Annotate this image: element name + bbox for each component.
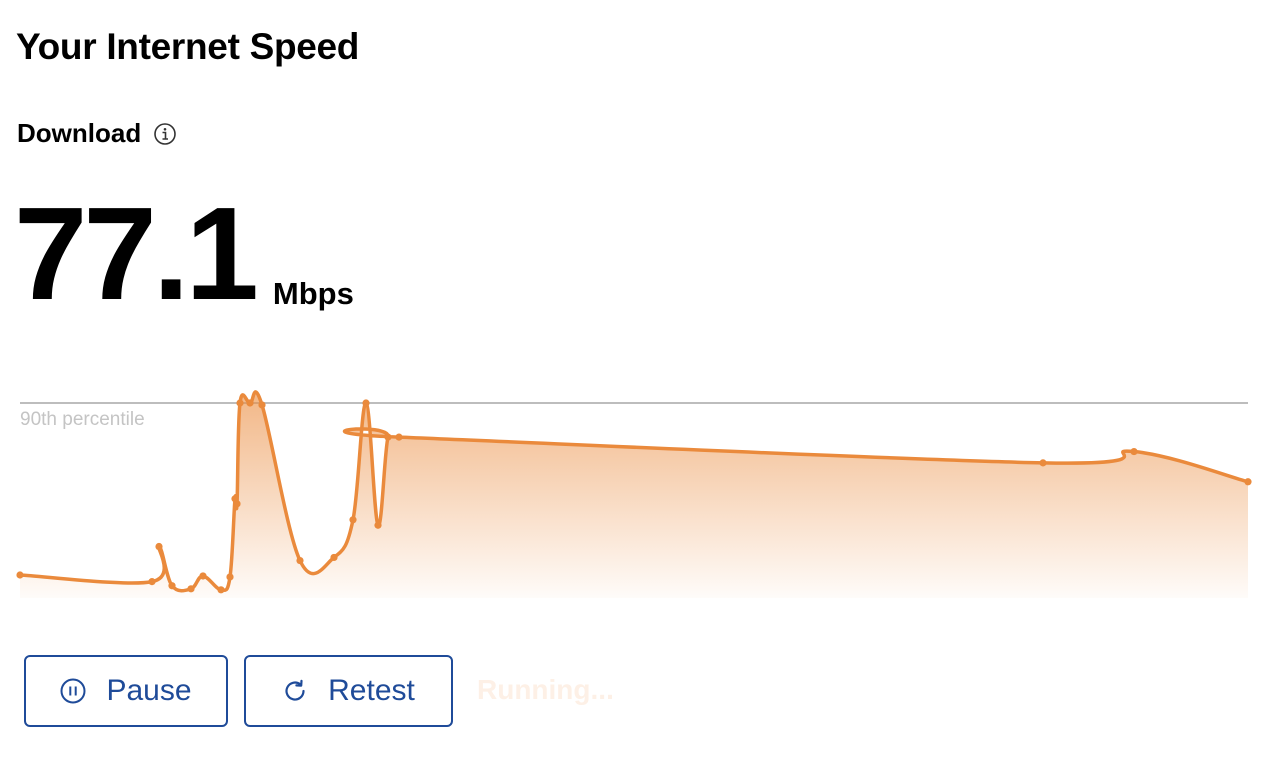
pause-button[interactable]: Pause bbox=[24, 655, 228, 727]
data-point-16 bbox=[362, 399, 370, 407]
data-point-7 bbox=[226, 573, 234, 581]
pause-label: Pause bbox=[106, 674, 192, 707]
data-point-21 bbox=[1130, 447, 1138, 456]
speed-value: 77.1 bbox=[14, 180, 259, 327]
data-point-11 bbox=[246, 399, 254, 407]
data-point-9 bbox=[233, 500, 241, 508]
data-point-22 bbox=[1244, 478, 1252, 486]
data-point-18 bbox=[384, 433, 392, 441]
data-point-1 bbox=[148, 578, 156, 586]
retest-icon bbox=[282, 678, 308, 704]
download-header: Download bbox=[17, 118, 177, 149]
data-point-12 bbox=[258, 401, 266, 409]
data-point-10 bbox=[236, 399, 244, 407]
download-label: Download bbox=[17, 118, 142, 148]
pause-icon bbox=[60, 678, 86, 704]
retest-button[interactable]: Retest bbox=[244, 655, 453, 727]
percentile-label: 90th percentile bbox=[20, 409, 145, 430]
download-speed-chart: 90th percentile bbox=[16, 390, 1252, 598]
page-title: Your Internet Speed bbox=[16, 26, 360, 67]
data-point-15 bbox=[349, 516, 357, 524]
speed-unit: Mbps bbox=[272, 276, 354, 311]
status-text: Running... bbox=[477, 674, 614, 705]
data-point-4 bbox=[187, 585, 195, 593]
speed-readout: 77.1 Mbps bbox=[14, 180, 354, 327]
data-point-13 bbox=[296, 556, 304, 565]
info-icon[interactable] bbox=[153, 122, 177, 146]
data-point-20 bbox=[1039, 459, 1047, 467]
data-point-3 bbox=[168, 582, 176, 590]
data-point-2 bbox=[155, 542, 163, 551]
data-point-5 bbox=[199, 572, 207, 580]
speed-area-fill bbox=[20, 391, 1248, 598]
data-point-14 bbox=[330, 553, 338, 562]
data-point-17 bbox=[374, 521, 382, 529]
retest-label: Retest bbox=[328, 674, 415, 707]
data-point-19 bbox=[395, 433, 403, 441]
data-point-0 bbox=[16, 571, 24, 579]
data-point-6 bbox=[217, 586, 225, 594]
